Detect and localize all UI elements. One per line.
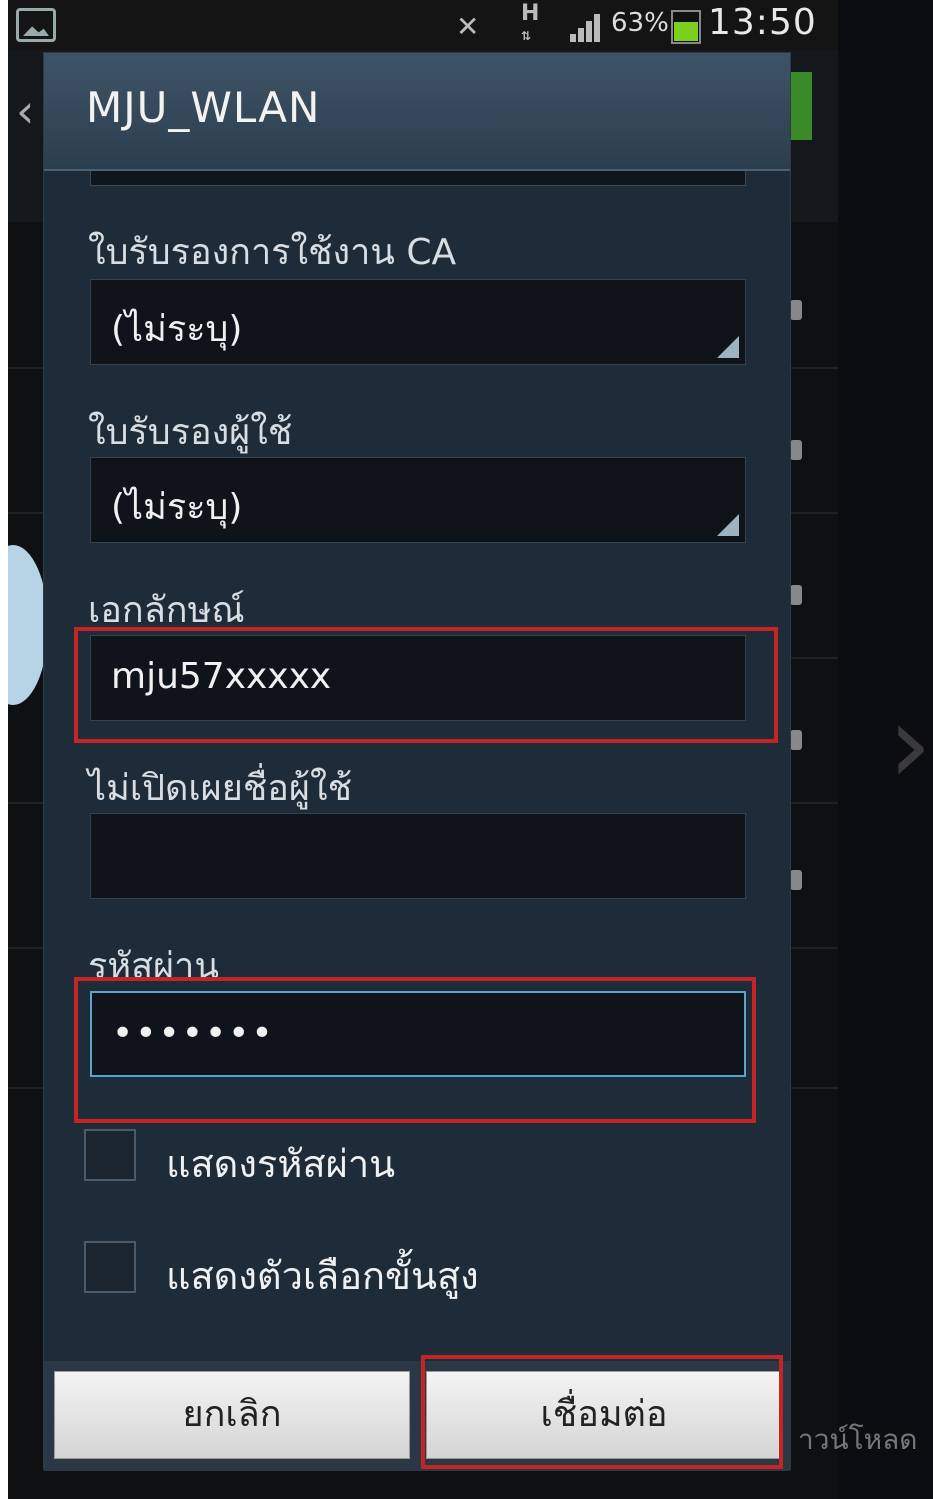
background-bottom-text: าวน์โหลด: [798, 1423, 918, 1456]
cancel-button[interactable]: ยกเลิก: [54, 1371, 410, 1459]
dialog-title-bar: MJU_WLAN: [44, 53, 790, 171]
show-advanced-checkbox[interactable]: [84, 1241, 136, 1293]
network-type-icon: H ⇅: [521, 1, 540, 44]
identity-value: mju57xxxxx: [111, 656, 332, 697]
identity-input[interactable]: mju57xxxxx: [90, 635, 746, 721]
connect-highlight-box: [421, 1355, 783, 1469]
battery-percent: 63%: [611, 8, 669, 38]
user-certificate-select[interactable]: (ไม่ระบุ): [90, 457, 746, 543]
anonymous-identity-label: ไม่เปิดเผยชื่อผู้ใช้: [88, 768, 353, 809]
clock: 13:50: [708, 2, 817, 43]
back-arrow-icon: ‹: [16, 84, 35, 138]
battery-icon: [671, 10, 701, 44]
ca-certificate-select[interactable]: (ไม่ระบุ): [90, 279, 746, 365]
dialog-scroll-content[interactable]: ใบรับรองการใช้งาน CA (ไม่ระบุ) ใบรับรองผ…: [44, 171, 790, 1361]
password-value: •••••••: [112, 1013, 275, 1054]
dropdown-corner-icon: [717, 336, 739, 358]
gallery-icon: [16, 8, 56, 42]
chevron-right-icon: ›: [888, 680, 932, 808]
lock-icon: [790, 870, 802, 890]
mute-icon: ✕: [456, 10, 480, 43]
ca-certificate-label: ใบรับรองการใช้งาน CA: [88, 232, 457, 273]
lock-icon: [790, 585, 802, 605]
show-password-checkbox[interactable]: [84, 1129, 136, 1181]
show-password-label[interactable]: แสดงรหัสผ่าน: [166, 1133, 395, 1194]
phone-screen: ‹ › าวน์โหลด ✕ H ⇅ 63% 13:50 MJU_WLAN ใบร: [8, 0, 933, 1499]
wifi-config-dialog: MJU_WLAN ใบรับรองการใช้งาน CA (ไม่ระบุ) …: [43, 52, 791, 1471]
password-input[interactable]: •••••••: [90, 991, 746, 1077]
lock-icon: [790, 300, 802, 320]
anonymous-identity-input[interactable]: [90, 813, 746, 899]
partial-field-above: [90, 171, 746, 186]
lock-icon: [790, 440, 802, 460]
dialog-button-bar: ยกเลิก เชื่อมต่อ: [44, 1355, 790, 1471]
status-bar: ✕ H ⇅ 63% 13:50: [8, 0, 838, 50]
ca-certificate-value: (ไม่ระบุ): [111, 309, 243, 350]
show-advanced-label[interactable]: แสดงตัวเลือกขั้นสูง: [166, 1245, 479, 1306]
user-certificate-label: ใบรับรองผู้ใช้: [88, 412, 293, 453]
lock-icon: [790, 730, 802, 750]
dialog-title: MJU_WLAN: [86, 83, 321, 132]
signal-icon: [570, 14, 600, 42]
user-certificate-value: (ไม่ระบุ): [111, 487, 243, 528]
dropdown-corner-icon: [717, 514, 739, 536]
